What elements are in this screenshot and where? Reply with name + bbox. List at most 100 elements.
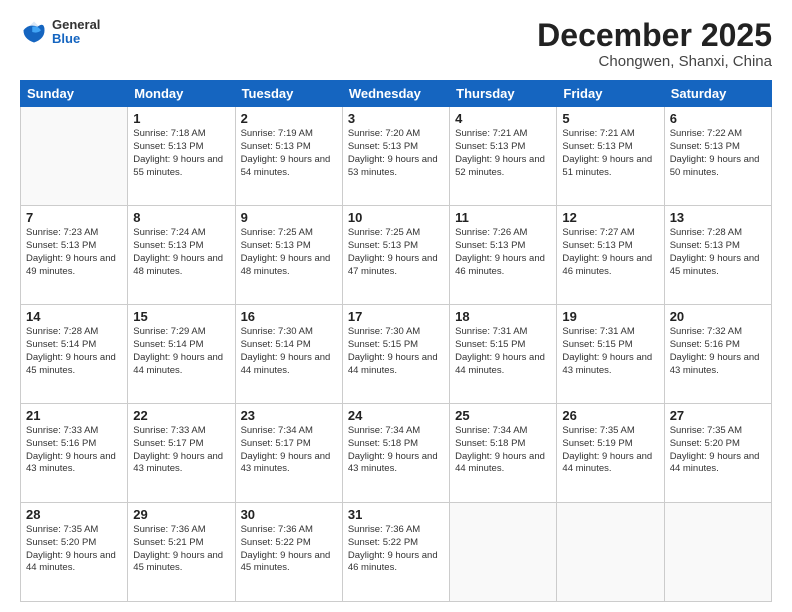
day-info: Sunrise: 7:22 AMSunset: 5:13 PMDaylight:… [670,128,760,177]
day-info: Sunrise: 7:27 AMSunset: 5:13 PMDaylight:… [562,227,652,276]
day-info: Sunrise: 7:35 AMSunset: 5:19 PMDaylight:… [562,425,652,474]
day-number: 27 [670,408,766,423]
day-number: 14 [26,309,122,324]
day-number: 12 [562,210,658,225]
day-number: 22 [133,408,229,423]
calendar-cell: 23 Sunrise: 7:34 AMSunset: 5:17 PMDaylig… [235,404,342,503]
logo-blue: Blue [52,32,100,46]
calendar-cell [557,503,664,602]
logo-text: General Blue [52,18,100,47]
day-info: Sunrise: 7:32 AMSunset: 5:16 PMDaylight:… [670,326,760,375]
day-number: 7 [26,210,122,225]
day-info: Sunrise: 7:21 AMSunset: 5:13 PMDaylight:… [455,128,545,177]
calendar-cell: 28 Sunrise: 7:35 AMSunset: 5:20 PMDaylig… [21,503,128,602]
calendar-cell: 15 Sunrise: 7:29 AMSunset: 5:14 PMDaylig… [128,305,235,404]
calendar-cell: 11 Sunrise: 7:26 AMSunset: 5:13 PMDaylig… [450,206,557,305]
day-number: 28 [26,507,122,522]
calendar-cell: 22 Sunrise: 7:33 AMSunset: 5:17 PMDaylig… [128,404,235,503]
calendar-cell: 18 Sunrise: 7:31 AMSunset: 5:15 PMDaylig… [450,305,557,404]
calendar-cell: 3 Sunrise: 7:20 AMSunset: 5:13 PMDayligh… [342,107,449,206]
calendar-cell: 14 Sunrise: 7:28 AMSunset: 5:14 PMDaylig… [21,305,128,404]
calendar-week-row: 28 Sunrise: 7:35 AMSunset: 5:20 PMDaylig… [21,503,772,602]
calendar-week-row: 1 Sunrise: 7:18 AMSunset: 5:13 PMDayligh… [21,107,772,206]
calendar-cell: 12 Sunrise: 7:27 AMSunset: 5:13 PMDaylig… [557,206,664,305]
day-number: 21 [26,408,122,423]
day-number: 2 [241,111,337,126]
col-monday: Monday [128,81,235,107]
calendar-cell: 31 Sunrise: 7:36 AMSunset: 5:22 PMDaylig… [342,503,449,602]
day-info: Sunrise: 7:19 AMSunset: 5:13 PMDaylight:… [241,128,331,177]
day-info: Sunrise: 7:36 AMSunset: 5:22 PMDaylight:… [241,524,331,573]
page: General Blue December 2025 Chongwen, Sha… [0,0,792,612]
calendar-cell: 16 Sunrise: 7:30 AMSunset: 5:14 PMDaylig… [235,305,342,404]
calendar-cell: 13 Sunrise: 7:28 AMSunset: 5:13 PMDaylig… [664,206,771,305]
day-number: 18 [455,309,551,324]
day-number: 6 [670,111,766,126]
logo-icon [20,18,48,46]
calendar-cell: 5 Sunrise: 7:21 AMSunset: 5:13 PMDayligh… [557,107,664,206]
month-title: December 2025 [537,18,772,53]
day-info: Sunrise: 7:21 AMSunset: 5:13 PMDaylight:… [562,128,652,177]
day-info: Sunrise: 7:24 AMSunset: 5:13 PMDaylight:… [133,227,223,276]
calendar-header-row: Sunday Monday Tuesday Wednesday Thursday… [21,81,772,107]
day-info: Sunrise: 7:34 AMSunset: 5:17 PMDaylight:… [241,425,331,474]
day-number: 15 [133,309,229,324]
calendar-cell: 7 Sunrise: 7:23 AMSunset: 5:13 PMDayligh… [21,206,128,305]
day-info: Sunrise: 7:26 AMSunset: 5:13 PMDaylight:… [455,227,545,276]
day-info: Sunrise: 7:30 AMSunset: 5:14 PMDaylight:… [241,326,331,375]
header: General Blue December 2025 Chongwen, Sha… [20,18,772,70]
day-number: 24 [348,408,444,423]
day-info: Sunrise: 7:33 AMSunset: 5:17 PMDaylight:… [133,425,223,474]
calendar-cell: 6 Sunrise: 7:22 AMSunset: 5:13 PMDayligh… [664,107,771,206]
col-tuesday: Tuesday [235,81,342,107]
day-number: 16 [241,309,337,324]
calendar-cell: 26 Sunrise: 7:35 AMSunset: 5:19 PMDaylig… [557,404,664,503]
day-number: 10 [348,210,444,225]
day-info: Sunrise: 7:25 AMSunset: 5:13 PMDaylight:… [241,227,331,276]
day-number: 1 [133,111,229,126]
calendar-table: Sunday Monday Tuesday Wednesday Thursday… [20,80,772,602]
day-info: Sunrise: 7:34 AMSunset: 5:18 PMDaylight:… [348,425,438,474]
day-number: 20 [670,309,766,324]
calendar-cell: 4 Sunrise: 7:21 AMSunset: 5:13 PMDayligh… [450,107,557,206]
day-number: 19 [562,309,658,324]
logo-general: General [52,18,100,32]
calendar-cell: 29 Sunrise: 7:36 AMSunset: 5:21 PMDaylig… [128,503,235,602]
day-number: 5 [562,111,658,126]
day-info: Sunrise: 7:35 AMSunset: 5:20 PMDaylight:… [26,524,116,573]
col-sunday: Sunday [21,81,128,107]
day-number: 23 [241,408,337,423]
day-number: 3 [348,111,444,126]
calendar-cell: 24 Sunrise: 7:34 AMSunset: 5:18 PMDaylig… [342,404,449,503]
day-number: 31 [348,507,444,522]
day-info: Sunrise: 7:33 AMSunset: 5:16 PMDaylight:… [26,425,116,474]
day-info: Sunrise: 7:36 AMSunset: 5:21 PMDaylight:… [133,524,223,573]
calendar-week-row: 14 Sunrise: 7:28 AMSunset: 5:14 PMDaylig… [21,305,772,404]
day-info: Sunrise: 7:30 AMSunset: 5:15 PMDaylight:… [348,326,438,375]
calendar-cell: 21 Sunrise: 7:33 AMSunset: 5:16 PMDaylig… [21,404,128,503]
calendar-cell: 10 Sunrise: 7:25 AMSunset: 5:13 PMDaylig… [342,206,449,305]
col-saturday: Saturday [664,81,771,107]
day-info: Sunrise: 7:23 AMSunset: 5:13 PMDaylight:… [26,227,116,276]
col-friday: Friday [557,81,664,107]
calendar-cell: 1 Sunrise: 7:18 AMSunset: 5:13 PMDayligh… [128,107,235,206]
calendar-cell: 8 Sunrise: 7:24 AMSunset: 5:13 PMDayligh… [128,206,235,305]
day-number: 13 [670,210,766,225]
day-number: 29 [133,507,229,522]
calendar-cell: 19 Sunrise: 7:31 AMSunset: 5:15 PMDaylig… [557,305,664,404]
day-info: Sunrise: 7:36 AMSunset: 5:22 PMDaylight:… [348,524,438,573]
title-block: December 2025 Chongwen, Shanxi, China [537,18,772,70]
day-info: Sunrise: 7:29 AMSunset: 5:14 PMDaylight:… [133,326,223,375]
col-wednesday: Wednesday [342,81,449,107]
calendar-cell [664,503,771,602]
calendar-cell: 20 Sunrise: 7:32 AMSunset: 5:16 PMDaylig… [664,305,771,404]
day-number: 26 [562,408,658,423]
day-number: 17 [348,309,444,324]
calendar-cell: 30 Sunrise: 7:36 AMSunset: 5:22 PMDaylig… [235,503,342,602]
calendar-week-row: 7 Sunrise: 7:23 AMSunset: 5:13 PMDayligh… [21,206,772,305]
location: Chongwen, Shanxi, China [537,53,772,70]
day-number: 25 [455,408,551,423]
day-info: Sunrise: 7:20 AMSunset: 5:13 PMDaylight:… [348,128,438,177]
day-info: Sunrise: 7:28 AMSunset: 5:13 PMDaylight:… [670,227,760,276]
calendar-cell: 25 Sunrise: 7:34 AMSunset: 5:18 PMDaylig… [450,404,557,503]
